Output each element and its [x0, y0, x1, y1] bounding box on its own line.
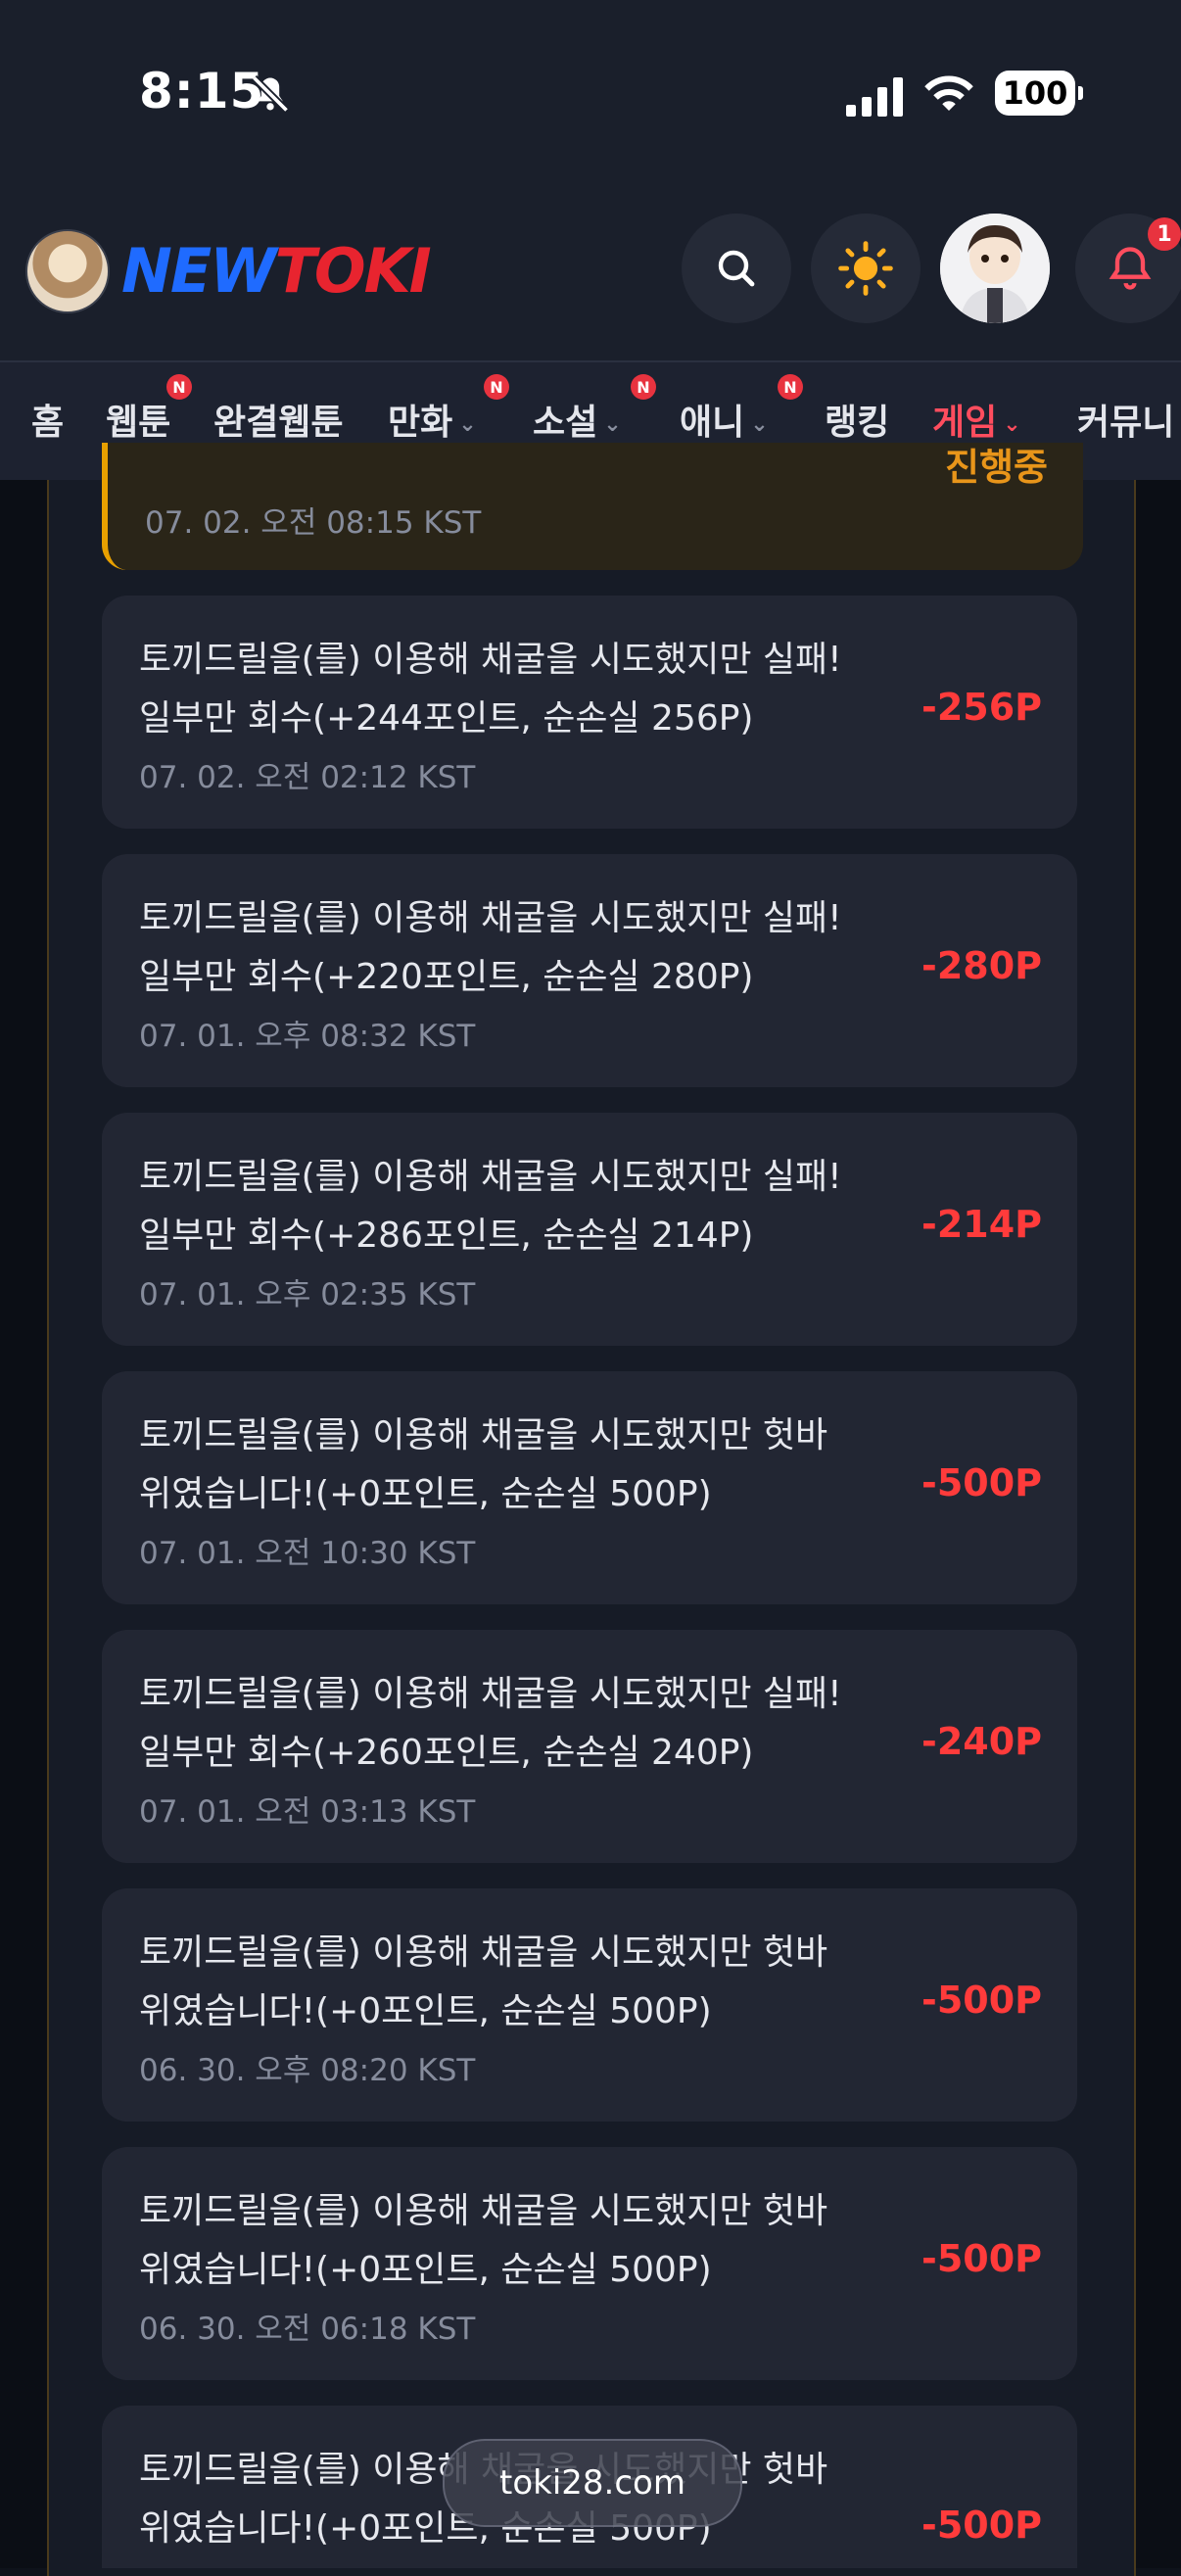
url-pill[interactable]: toki28.com — [443, 2439, 742, 2527]
search-button[interactable] — [682, 214, 791, 323]
notification-badge: 1 — [1148, 217, 1181, 251]
record-date: 07. 01. 오후 02:35 KST — [139, 1277, 476, 1312]
nav-webtoon[interactable]: 웹툰 N — [106, 374, 192, 445]
nav-label: 만화 — [388, 403, 453, 443]
record-amount: -500P — [921, 1461, 1042, 1504]
search-icon — [718, 250, 755, 287]
list-item: 토끼드릴을(를) 이용해 채굴을 시도했지만 헛바 위였습니다!(+0포인트, … — [102, 1888, 1077, 2122]
list-item: 토끼드릴을(를) 이용해 채굴을 시도했지만 헛바 위였습니다!(+0포인트, … — [102, 1371, 1077, 1604]
list-item: 진행중 07. 02. 오전 08:15 KST — [102, 443, 1083, 570]
nav-label: 커뮤니 — [1077, 403, 1175, 443]
logo-avatar[interactable] — [25, 229, 110, 313]
bell-off-icon — [251, 74, 290, 114]
nav-label: 완결웹툰 — [213, 403, 344, 443]
list-item: 토끼드릴을(를) 이용해 채굴을 시도했지만 실패! 일부만 회수(+244포인… — [102, 596, 1077, 829]
signal-icon — [846, 77, 903, 117]
record-amount: -500P — [921, 2237, 1042, 2280]
nav-label: 홈 — [31, 403, 65, 443]
site-header: NEWTOKI 1 — [0, 186, 1181, 360]
nav-home[interactable]: 홈 — [31, 394, 64, 445]
list-item: 토끼드릴을(를) 이용해 채굴을 시도했지만 실패! 일부만 회수(+260포인… — [102, 1630, 1077, 1863]
record-message-line2: 위였습니다!(+0포인트, 순손실 500P) — [139, 1474, 712, 1514]
nav-label: 웹툰 — [106, 403, 171, 443]
record-message-line1: 토끼드릴을(를) 이용해 채굴을 시도했지만 실패! — [139, 640, 842, 680]
record-date: 07. 02. 오전 02:12 KST — [139, 760, 476, 795]
page-margin-right — [1134, 480, 1181, 2568]
record-amount: -280P — [921, 944, 1042, 987]
status-pending-label: 진행중 — [945, 446, 1048, 489]
record-date: 07. 02. 오전 08:15 KST — [145, 505, 482, 541]
nav-manga[interactable]: 만화 ⌄ N — [388, 374, 509, 445]
record-message-line2: 위였습니다!(+0포인트, 순손실 500P) — [139, 2250, 712, 2290]
status-bar: 8:15 100 — [0, 0, 1181, 186]
new-badge: N — [778, 374, 803, 400]
record-message-line2: 일부만 회수(+286포인트, 순손실 214P) — [139, 1216, 754, 1256]
logo-toki-text: TOKI — [274, 235, 432, 307]
record-date: 06. 30. 오전 06:18 KST — [139, 2312, 476, 2347]
avatar — [940, 214, 1050, 323]
record-message-line1: 토끼드릴을(를) 이용해 채굴을 시도했지만 실패! — [139, 1674, 842, 1714]
record-message-line1: 토끼드릴을(를) 이용해 채굴을 시도했지만 실패! — [139, 1157, 842, 1197]
page-margin-left — [0, 480, 47, 2568]
nav-community[interactable]: 커뮤니 — [1077, 394, 1174, 445]
record-date: 07. 01. 오후 08:32 KST — [139, 1019, 476, 1054]
site-logo[interactable]: NEWTOKI — [121, 235, 432, 307]
record-amount: -500P — [921, 1979, 1042, 2022]
record-message-line1: 토끼드릴을(를) 이용해 채굴을 시도했지만 헛바 — [139, 1415, 828, 1455]
record-message-line2: 일부만 회수(+260포인트, 순손실 240P) — [139, 1733, 754, 1773]
new-badge: N — [484, 374, 509, 400]
record-message-line2: 위였습니다!(+0포인트, 순손실 500P) — [139, 1991, 712, 2031]
logo-new-text: NEW — [121, 235, 277, 307]
nav-label: 애니 — [680, 403, 745, 443]
nav-completed-webtoon[interactable]: 완결웹툰 — [213, 394, 343, 445]
record-message-line1: 토끼드릴을(를) 이용해 채굴을 시도했지만 헛바 — [139, 2191, 828, 2231]
battery-indicator: 100 — [995, 71, 1083, 116]
record-date: 07. 01. 오전 03:13 KST — [139, 1794, 476, 1830]
bell-icon — [1109, 247, 1152, 290]
record-amount: -256P — [921, 686, 1042, 729]
profile-avatar-button[interactable] — [940, 214, 1050, 323]
theme-toggle-button[interactable] — [811, 214, 921, 323]
chevron-down-icon: ⌄ — [603, 411, 622, 437]
record-message-line2: 일부만 회수(+244포인트, 순손실 256P) — [139, 698, 754, 739]
record-amount: -240P — [921, 1720, 1042, 1763]
record-date: 07. 01. 오전 10:30 KST — [139, 1536, 476, 1571]
nav-label: 랭킹 — [825, 403, 890, 443]
new-badge: N — [166, 374, 192, 400]
record-date: 06. 30. 오후 08:20 KST — [139, 2053, 476, 2088]
nav-label: 소설 — [533, 403, 598, 443]
record-amount: -214P — [921, 1203, 1042, 1246]
notifications-button[interactable]: 1 — [1075, 214, 1181, 323]
list-item: 토끼드릴을(를) 이용해 채굴을 시도했지만 헛바 위였습니다!(+0포인트, … — [102, 2147, 1077, 2380]
new-badge: N — [631, 374, 656, 400]
record-message-line1: 토끼드릴을(를) 이용해 채굴을 시도했지만 실패! — [139, 898, 842, 938]
nav-novel[interactable]: 소설 ⌄ N — [533, 374, 656, 445]
status-time: 8:15 — [139, 63, 265, 119]
chevron-down-icon: ⌄ — [1003, 411, 1021, 437]
nav-ranking[interactable]: 랭킹 — [825, 394, 889, 445]
chevron-down-icon: ⌄ — [458, 411, 477, 437]
list-item: 토끼드릴을(를) 이용해 채굴을 시도했지만 실패! 일부만 회수(+286포인… — [102, 1113, 1077, 1346]
wifi-icon — [924, 75, 973, 111]
chevron-down-icon: ⌄ — [750, 411, 769, 437]
record-message-line2: 일부만 회수(+220포인트, 순손실 280P) — [139, 957, 754, 997]
sun-icon — [838, 241, 893, 296]
nav-anime[interactable]: 애니 ⌄ N — [680, 374, 803, 445]
record-amount: -500P — [921, 2504, 1042, 2547]
record-message-line1: 토끼드릴을(를) 이용해 채굴을 시도했지만 헛바 — [139, 1932, 828, 1973]
list-item: 토끼드릴을(를) 이용해 채굴을 시도했지만 실패! 일부만 회수(+220포인… — [102, 854, 1077, 1087]
